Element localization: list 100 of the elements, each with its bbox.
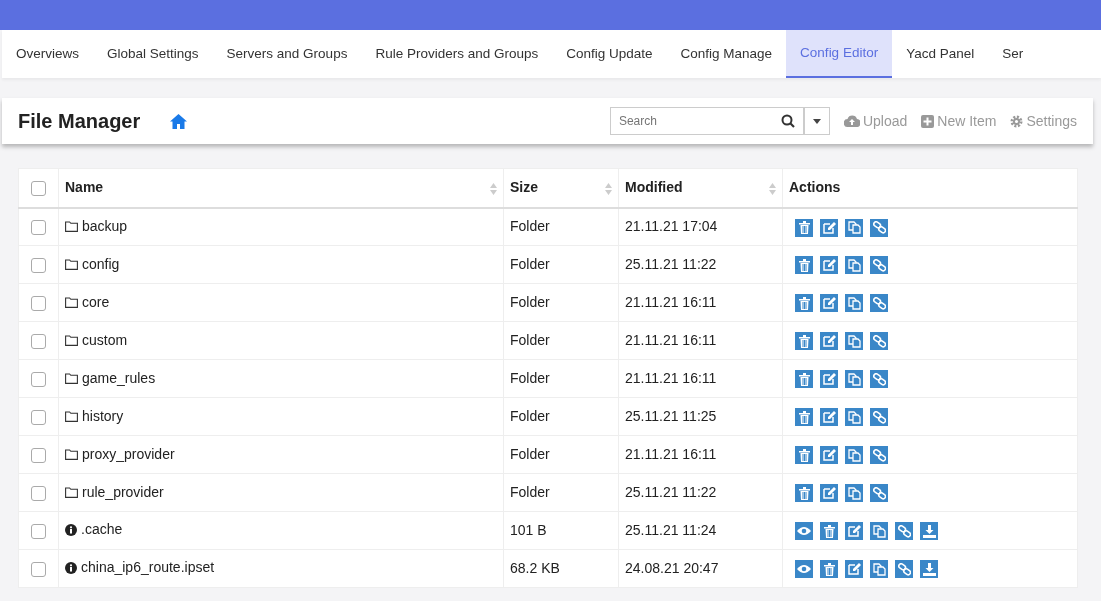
link-button[interactable] (870, 332, 888, 351)
edit-button[interactable] (820, 294, 838, 313)
file-name[interactable]: custom (82, 329, 128, 351)
checkbox[interactable] (31, 485, 46, 501)
checkbox[interactable] (31, 333, 46, 349)
delete-button[interactable] (795, 332, 813, 351)
download-icon (922, 562, 936, 576)
copy-button[interactable] (845, 294, 863, 313)
tab[interactable]: Config Update (552, 30, 667, 78)
tab[interactable]: Config Manage (666, 30, 787, 78)
link-button[interactable] (870, 370, 888, 389)
trash-icon (798, 334, 810, 348)
copy-button[interactable] (870, 560, 888, 579)
copy-button[interactable] (845, 370, 863, 389)
edit-button[interactable] (820, 256, 838, 275)
file-name[interactable]: core (82, 291, 110, 313)
date-text: 21.11.21 16:11 (625, 446, 717, 462)
edit-button[interactable] (820, 370, 838, 389)
file-name[interactable]: config (82, 253, 120, 275)
link-button[interactable] (870, 256, 888, 275)
file-name[interactable]: proxy_provider (82, 443, 175, 465)
home-icon[interactable] (170, 113, 188, 129)
file-name[interactable]: history (82, 405, 124, 427)
edit-button[interactable] (820, 332, 838, 351)
link-icon (872, 486, 886, 500)
edit-button[interactable] (820, 484, 838, 503)
edit-button[interactable] (845, 522, 863, 541)
edit-button[interactable] (820, 218, 838, 237)
delete-button[interactable] (795, 256, 813, 275)
link-button[interactable] (895, 560, 913, 579)
tab[interactable]: Global Settings (93, 30, 213, 78)
file-name[interactable]: rule_provider (82, 481, 164, 503)
edit-button[interactable] (845, 560, 863, 579)
copy-button[interactable] (845, 408, 863, 427)
checkbox[interactable] (31, 409, 46, 425)
copy-icon (847, 334, 861, 348)
link-button[interactable] (870, 294, 888, 313)
column-header: Size (510, 179, 538, 196)
edit-icon (822, 487, 836, 500)
dropdown-button[interactable] (803, 107, 830, 135)
date-text: 21.11.21 16:11 (625, 332, 717, 348)
checkbox[interactable] (31, 447, 46, 463)
copy-icon (847, 448, 861, 462)
copy-icon (872, 524, 886, 538)
checkbox[interactable] (31, 523, 46, 539)
size-text: Folder (510, 408, 550, 424)
trash-icon (798, 372, 810, 386)
link-button[interactable] (895, 522, 913, 541)
edit-icon (822, 335, 836, 348)
delete-button[interactable] (820, 560, 838, 579)
tab[interactable]: Config Editor (786, 30, 893, 78)
tab[interactable]: Rule Providers and Groups (361, 30, 553, 78)
link-button[interactable] (870, 218, 888, 237)
view-button[interactable] (795, 560, 813, 579)
view-button[interactable] (795, 522, 813, 541)
tab[interactable]: Yacd Panel (892, 30, 989, 78)
checkbox[interactable] (31, 561, 46, 577)
size-text: Folder (510, 446, 550, 462)
checkbox[interactable] (31, 257, 46, 273)
delete-button[interactable] (795, 370, 813, 389)
copy-button[interactable] (845, 256, 863, 275)
tab[interactable]: Overviews (2, 30, 93, 78)
checkbox[interactable] (31, 371, 46, 387)
download-button[interactable] (920, 560, 938, 579)
file-name[interactable]: china_ip6_route.ipset (81, 557, 215, 579)
file-name[interactable]: game_rules (82, 367, 156, 389)
delete-button[interactable] (795, 294, 813, 313)
trash-icon (823, 562, 835, 576)
file-name[interactable]: backup (82, 215, 128, 237)
checkbox[interactable] (31, 220, 46, 236)
copy-button[interactable] (845, 218, 863, 237)
link-button[interactable] (870, 446, 888, 465)
date-text: 25.11.21 11:22 (625, 484, 717, 500)
date-text: 25.11.21 11:25 (625, 408, 717, 424)
file-name[interactable]: .cache (81, 519, 123, 541)
delete-button[interactable] (795, 484, 813, 503)
link-button[interactable] (870, 408, 888, 427)
copy-button[interactable] (870, 522, 888, 541)
tab[interactable]: Ser (988, 30, 1038, 78)
edit-icon (822, 221, 836, 234)
checkbox[interactable] (31, 295, 46, 311)
caret-icon (812, 118, 821, 124)
copy-button[interactable] (845, 332, 863, 351)
download-button[interactable] (920, 522, 938, 541)
edit-button[interactable] (820, 446, 838, 465)
copy-button[interactable] (845, 484, 863, 503)
download-icon (922, 524, 936, 538)
edit-button[interactable] (820, 408, 838, 427)
cloud-upload-icon (843, 115, 860, 127)
delete-button[interactable] (795, 218, 813, 237)
date-text: 25.11.21 11:24 (625, 522, 717, 538)
delete-button[interactable] (795, 446, 813, 465)
copy-icon (872, 562, 886, 576)
tab[interactable]: Servers and Groups (212, 30, 362, 78)
copy-button[interactable] (845, 446, 863, 465)
checkbox[interactable] (31, 181, 46, 197)
size-text: Folder (510, 484, 550, 500)
delete-button[interactable] (820, 522, 838, 541)
link-button[interactable] (870, 484, 888, 503)
delete-button[interactable] (795, 408, 813, 427)
